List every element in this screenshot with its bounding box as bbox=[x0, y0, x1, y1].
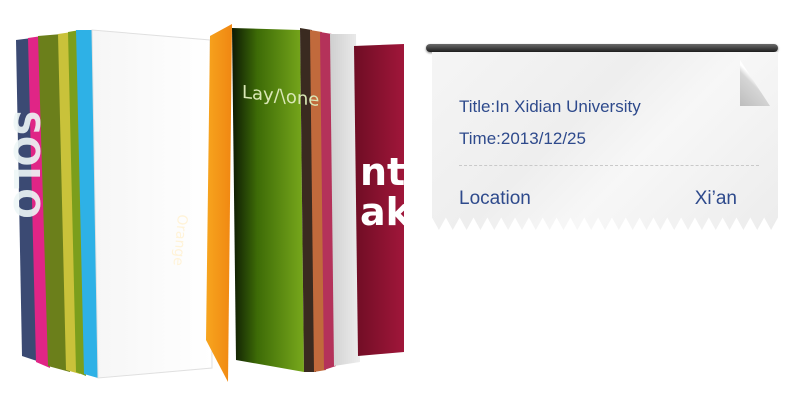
ticket-title: Title:In Xidian University bbox=[459, 97, 641, 116]
spine-text: SOLO bbox=[5, 110, 46, 219]
page-orange bbox=[206, 24, 232, 382]
ticket-divider bbox=[459, 165, 759, 166]
page-white bbox=[91, 29, 213, 379]
book-illustration: SOLO Lay/\one Orange nt ak bbox=[0, 0, 420, 400]
book-pages bbox=[16, 24, 404, 382]
ticket-location-label: Location bbox=[459, 188, 531, 209]
ticket-time: Time:2013/12/25 bbox=[459, 129, 586, 148]
ticket-location-value: Xi’an bbox=[694, 188, 737, 209]
page-green bbox=[232, 28, 304, 372]
page-right-text-2: ak bbox=[360, 190, 411, 234]
event-ticket: Title:In Xidian University Time:2013/12/… bbox=[426, 40, 782, 240]
page-right-text-1: nt bbox=[360, 150, 406, 194]
ticket-holder-bar bbox=[426, 44, 778, 52]
